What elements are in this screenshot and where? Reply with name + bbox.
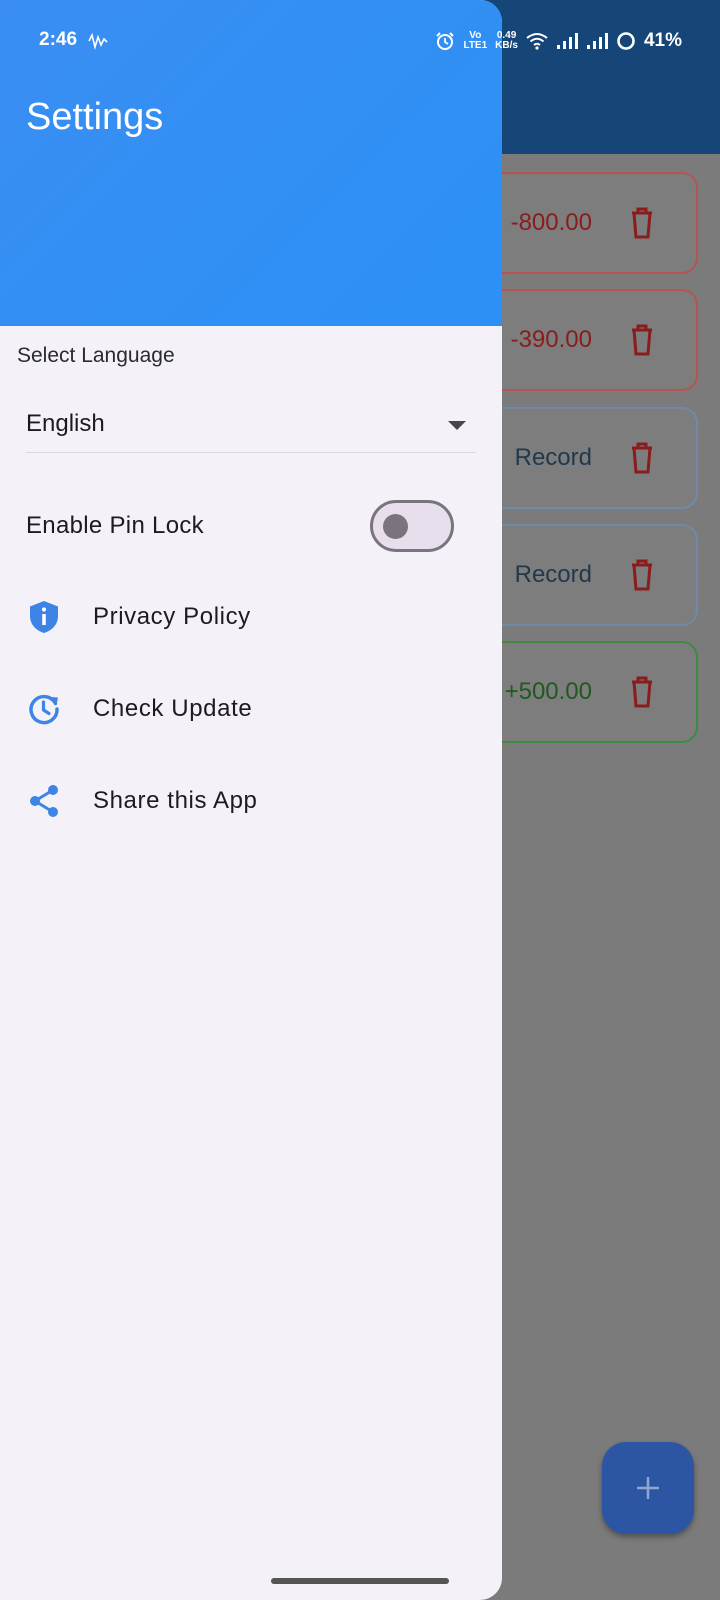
record-label: Record [514,561,592,588]
trash-icon[interactable] [630,442,654,474]
menu-item-label: Privacy Policy [93,603,251,630]
menu-item-check-update[interactable]: Check Update [26,679,466,739]
trash-icon[interactable] [630,559,654,591]
status-time: 2:46 [39,29,78,50]
toggle-knob [383,514,408,539]
menu-item-label: Share this App [93,787,258,814]
record-amount: -390.00 [510,326,592,353]
record-amount: -800.00 [510,209,592,236]
language-dropdown[interactable]: English [26,392,476,453]
pin-lock-label: Enable Pin Lock [26,512,204,539]
trash-icon[interactable] [630,207,654,239]
speed-unit: KB/s [495,40,518,51]
language-selected-value: English [26,410,105,437]
alarm-icon [435,31,455,51]
update-clock-icon [26,691,62,727]
signal-icon [586,32,608,50]
battery-ring-icon [616,31,636,51]
add-record-fab[interactable] [602,1442,694,1534]
record-amount: +500.00 [504,678,592,705]
wifi-icon [526,32,548,50]
battery-percent: 41% [643,30,682,51]
shield-info-icon [26,599,62,635]
drawer-title: Settings [26,96,164,138]
network-speed: 0.49 KB/s [495,31,518,51]
trash-icon[interactable] [630,676,654,708]
volte-indicator: Vo LTE1 [463,31,487,51]
volte-bottom-text: LTE1 [463,40,488,51]
status-right-group: Vo LTE1 0.49 KB/s 41% [435,28,682,54]
menu-item-privacy-policy[interactable]: Privacy Policy [26,587,466,647]
record-label: Record [514,444,592,471]
dropdown-arrow-icon [448,421,466,430]
plus-icon [637,1477,659,1499]
status-bar: 2:46 Vo LTE1 0.49 KB/s 41% [0,0,720,84]
share-icon [26,783,62,819]
trash-icon[interactable] [630,324,654,356]
menu-item-share-app[interactable]: Share this App [26,771,466,831]
pin-lock-row: Enable Pin Lock [26,500,456,552]
language-label: Select Language [17,344,175,367]
pin-lock-toggle[interactable] [370,500,454,552]
settings-drawer: Settings Select Language English Enable … [0,0,502,1600]
signal-icon [556,32,578,50]
activity-icon [88,32,108,51]
gesture-nav-handle[interactable] [271,1578,449,1584]
menu-item-label: Check Update [93,695,253,722]
